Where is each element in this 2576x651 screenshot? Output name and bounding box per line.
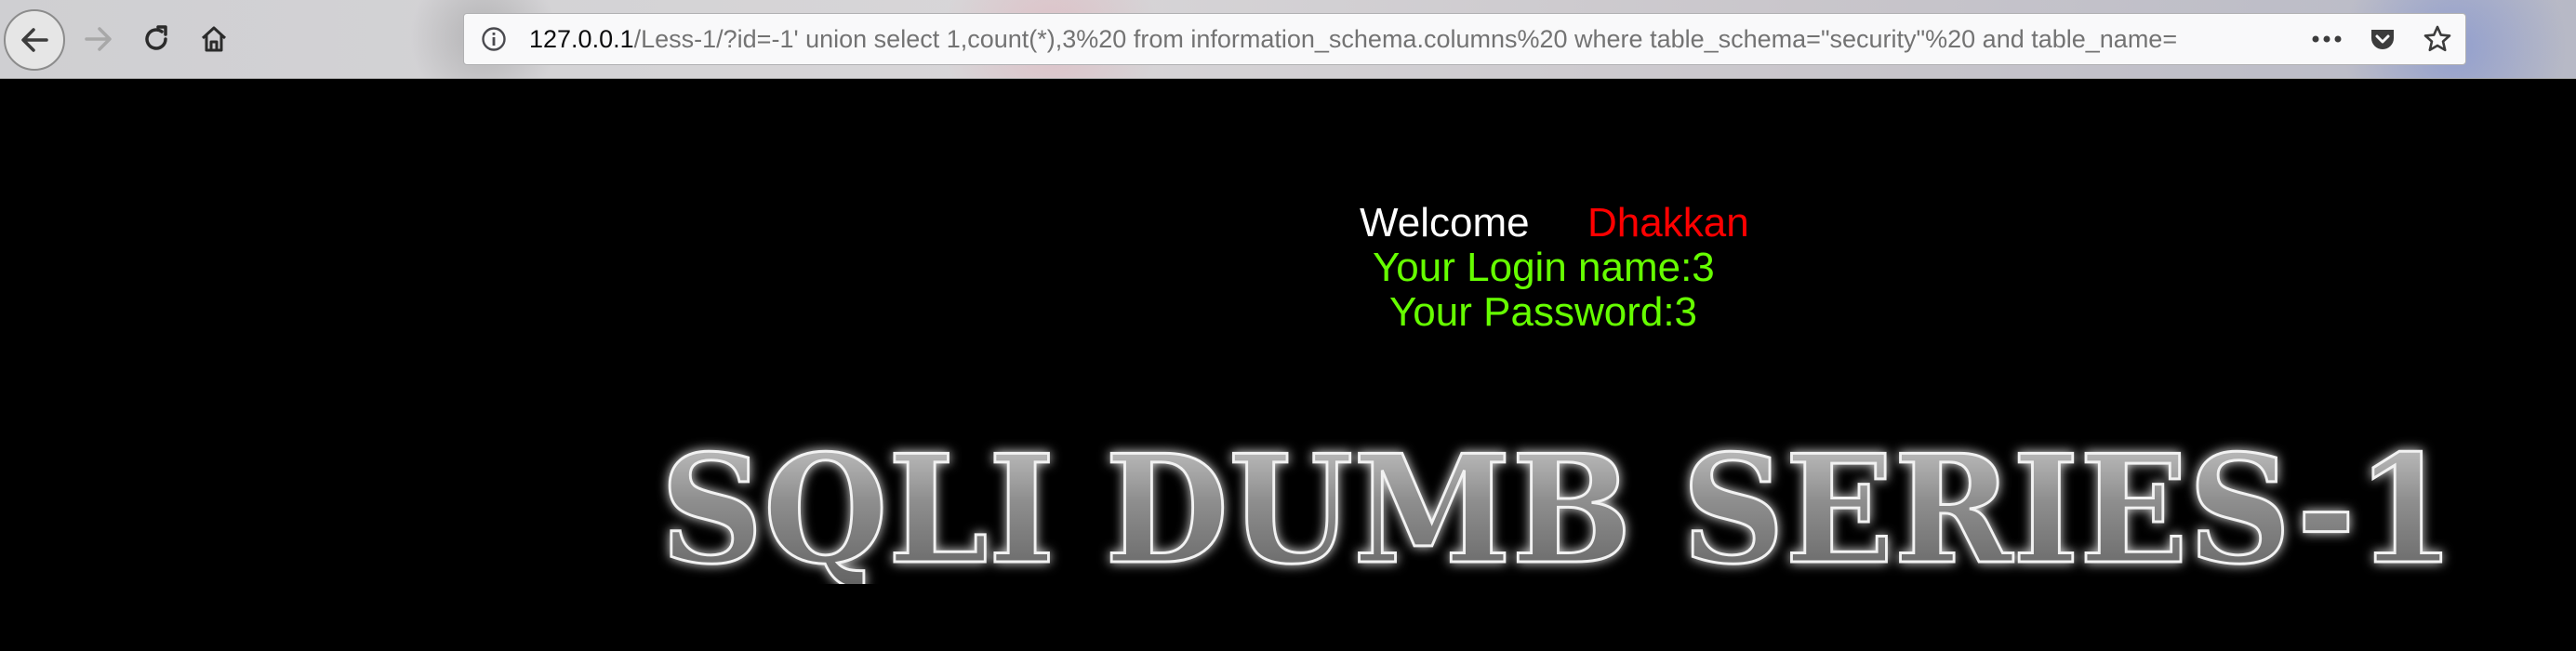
forward-arrow-icon (85, 27, 112, 51)
welcome-name: Dhakkan (1587, 200, 1749, 246)
welcome-label: Welcome (1360, 200, 1530, 246)
home-button[interactable] (182, 7, 246, 71)
back-button[interactable] (4, 9, 65, 71)
password-line: Your Password:3 (1389, 289, 1698, 335)
url-actions (2311, 24, 2465, 54)
forward-button[interactable] (67, 7, 130, 71)
pocket-icon (2371, 30, 2394, 49)
home-icon (201, 26, 227, 52)
url-host: 127.0.0.1 (529, 24, 634, 53)
star-icon (2423, 25, 2451, 52)
pocket-button[interactable] (2369, 25, 2397, 53)
bookmark-button[interactable] (2423, 24, 2452, 54)
reload-icon (145, 25, 167, 50)
banner-text: SQLI DUMB SERIES-1 (660, 435, 2455, 584)
browser-toolbar: 127.0.0.1/Less-1/?id=-1' union select 1,… (0, 0, 2576, 79)
info-icon[interactable] (481, 26, 507, 52)
url-text[interactable]: 127.0.0.1/Less-1/?id=-1' union select 1,… (529, 25, 2311, 54)
more-dots-icon (2312, 35, 2342, 43)
page-actions-button[interactable] (2311, 34, 2343, 44)
url-bar[interactable]: 127.0.0.1/Less-1/?id=-1' union select 1,… (463, 13, 2466, 65)
sqli-banner: SQLI DUMB SERIES-1 (659, 435, 2457, 584)
login-name-line: Your Login name:3 (1373, 245, 1715, 290)
reload-button[interactable] (125, 7, 188, 71)
back-arrow-icon (21, 28, 48, 52)
url-path: /Less-1/?id=-1' union select 1,count(*),… (633, 24, 2178, 53)
